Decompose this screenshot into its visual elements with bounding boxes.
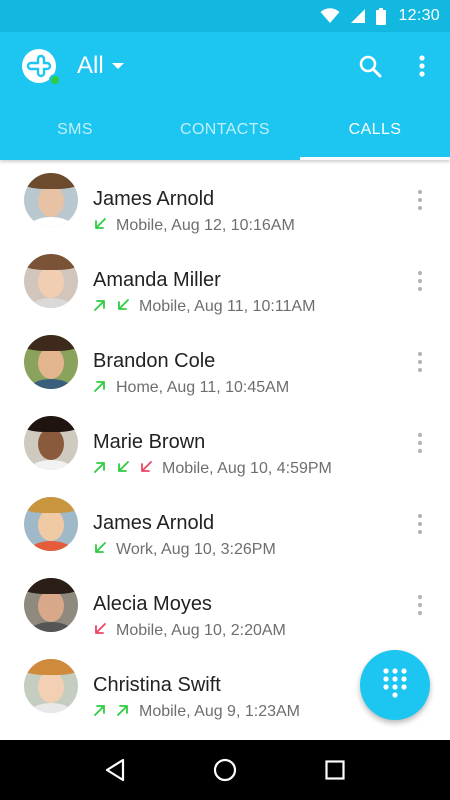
status-time: 12:30 <box>398 7 440 24</box>
tab-sms[interactable]: SMS <box>0 100 150 160</box>
overflow-menu-icon[interactable] <box>406 50 438 82</box>
dialpad-button[interactable] <box>360 650 430 720</box>
call-outgoing-icon <box>93 703 116 722</box>
avatar[interactable] <box>24 578 78 632</box>
battery-icon <box>376 7 387 25</box>
call-incoming-icon <box>116 460 139 479</box>
home-icon[interactable] <box>205 750 245 790</box>
call-details: Mobile, Aug 11, 10:11AM <box>93 297 315 317</box>
call-outgoing-icon <box>93 298 116 317</box>
avatar[interactable] <box>24 416 78 470</box>
wifi-icon <box>320 8 340 24</box>
back-icon[interactable] <box>95 750 135 790</box>
call-missed-icon <box>93 622 116 641</box>
toolbar: All <box>0 32 450 100</box>
call-detail-text: Mobile, Aug 12, 10:16AM <box>116 217 295 234</box>
app-bar: All SMS CONTACTS CALLS <box>0 32 450 160</box>
call-direction-icons <box>93 379 116 398</box>
chevron-down-icon <box>111 63 124 69</box>
app-logo-icon[interactable] <box>22 49 61 86</box>
more-options-icon[interactable] <box>410 590 430 620</box>
more-options-icon[interactable] <box>410 347 430 377</box>
call-detail-text: Mobile, Aug 10, 4:59PM <box>162 460 332 477</box>
call-list-item[interactable]: Marie Brown Mobile, Aug 10, 4:59PM <box>0 403 450 484</box>
contact-name: Amanda Miller <box>93 269 221 291</box>
call-direction-icons <box>93 217 116 236</box>
call-detail-text: Home, Aug 11, 10:45AM <box>116 379 290 396</box>
avatar[interactable] <box>24 659 78 713</box>
call-direction-icons <box>93 622 116 641</box>
more-options-icon[interactable] <box>410 185 430 215</box>
filter-label: All <box>77 52 104 79</box>
online-status-dot <box>49 74 61 86</box>
call-details: Mobile, Aug 10, 4:59PM <box>93 459 332 479</box>
call-direction-icons <box>93 703 139 722</box>
call-missed-icon <box>139 460 162 479</box>
search-icon[interactable] <box>354 50 386 82</box>
tab-calls[interactable]: CALLS <box>300 100 450 160</box>
call-incoming-icon <box>93 217 116 236</box>
status-bar: 12:30 <box>0 0 450 32</box>
avatar[interactable] <box>24 497 78 551</box>
call-list-item[interactable]: James Arnold Work, Aug 10, 3:26PM <box>0 484 450 565</box>
avatar[interactable] <box>24 173 78 227</box>
more-options-icon[interactable] <box>410 509 430 539</box>
call-direction-icons <box>93 298 139 317</box>
call-list-item[interactable]: Amanda Miller Mobile, Aug 11, 10:11AM <box>0 241 450 322</box>
avatar[interactable] <box>24 335 78 389</box>
contact-name: Marie Brown <box>93 431 206 453</box>
dialpad-icon <box>382 667 408 704</box>
call-list-item[interactable]: Alecia Moyes Mobile, Aug 10, 2:20AM <box>0 565 450 646</box>
call-outgoing-icon <box>93 460 116 479</box>
contact-name: Alecia Moyes <box>93 593 212 615</box>
signal-icon <box>350 8 366 24</box>
call-list-item[interactable]: James Arnold Mobile, Aug 12, 10:16AM <box>0 160 450 241</box>
contact-name: James Arnold <box>93 512 215 534</box>
contact-name: James Arnold <box>93 188 215 210</box>
call-details: Work, Aug 10, 3:26PM <box>93 540 276 560</box>
system-nav-bar <box>0 740 450 800</box>
call-details: Mobile, Aug 10, 2:20AM <box>93 621 286 641</box>
call-details: Mobile, Aug 12, 10:16AM <box>93 216 295 236</box>
call-outgoing-icon <box>93 379 116 398</box>
contact-name: Christina Swift <box>93 674 221 696</box>
call-detail-text: Work, Aug 10, 3:26PM <box>116 541 276 558</box>
tab-contacts[interactable]: CONTACTS <box>150 100 300 160</box>
call-detail-text: Mobile, Aug 9, 1:23AM <box>139 703 300 720</box>
more-options-icon[interactable] <box>410 428 430 458</box>
call-details: Mobile, Aug 9, 1:23AM <box>93 702 300 722</box>
call-incoming-icon <box>93 541 116 560</box>
recents-icon[interactable] <box>315 750 355 790</box>
contact-name: Brandon Cole <box>93 350 216 372</box>
avatar[interactable] <box>24 254 78 308</box>
filter-dropdown[interactable]: All <box>77 50 124 82</box>
call-list-item[interactable]: Brandon Cole Home, Aug 11, 10:45AM <box>0 322 450 403</box>
call-details: Home, Aug 11, 10:45AM <box>93 378 289 398</box>
call-detail-text: Mobile, Aug 10, 2:20AM <box>116 622 286 639</box>
call-outgoing-icon <box>116 703 139 722</box>
call-detail-text: Mobile, Aug 11, 10:11AM <box>139 298 316 315</box>
call-direction-icons <box>93 541 116 560</box>
call-incoming-icon <box>116 298 139 317</box>
tab-bar: SMS CONTACTS CALLS <box>0 100 450 160</box>
more-options-icon[interactable] <box>410 266 430 296</box>
call-direction-icons <box>93 460 162 479</box>
